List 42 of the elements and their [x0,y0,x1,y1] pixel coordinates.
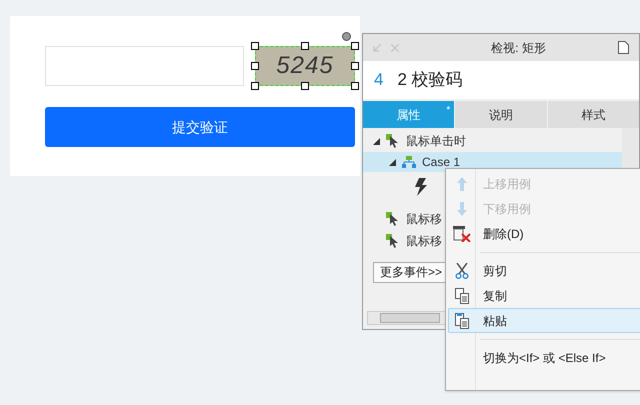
panel-title: 检视: 矩形 [490,40,547,56]
lightning-icon [415,178,427,196]
cursor-icon [386,234,400,248]
resize-handle[interactable] [351,62,359,70]
panel-tab[interactable]: 说明 [455,101,547,128]
menu-item[interactable]: 切换为<If> 或 <Else If> [448,345,640,370]
event-label[interactable]: 鼠标单击时 [406,132,466,150]
resize-handle[interactable] [251,42,259,50]
menu-item[interactable]: 删除(D) [448,221,640,246]
flow-icon [402,156,416,168]
event-label[interactable]: 鼠标移 [406,232,442,250]
case-label[interactable]: Case 1 [422,153,460,171]
menu-item[interactable]: 剪切 [448,258,640,283]
resize-handle[interactable] [351,42,359,50]
page-icon[interactable] [618,41,629,54]
down-arrow-icon [457,202,467,216]
resize-handle[interactable] [251,62,259,70]
resize-handle[interactable] [301,82,309,90]
captcha-code: 5245 [276,51,334,81]
captcha-input-field[interactable] [45,46,244,86]
resize-handle[interactable] [301,42,309,50]
scissors-icon [455,262,469,278]
expand-icon[interactable] [389,158,396,166]
resize-handle[interactable] [251,82,259,90]
submit-button[interactable]: 提交验证 [45,107,355,147]
modified-mark: * [446,104,450,118]
event-label[interactable]: 鼠标移 [406,210,442,228]
expand-icon[interactable] [373,138,380,144]
delete-icon [453,226,471,242]
cursor-icon [386,212,400,226]
resize-handle[interactable] [351,82,359,90]
menu-item[interactable]: 粘贴 [448,308,640,333]
panel-tab[interactable]: 样式 [548,101,639,128]
copy-icon [455,288,469,304]
up-arrow-icon [457,176,467,190]
captcha-image[interactable]: 5245 [255,46,355,86]
paste-icon [455,312,469,328]
cursor-icon [386,134,400,148]
menu-item[interactable]: 复制 [448,283,640,308]
rotate-handle[interactable] [342,32,351,41]
widget-name[interactable]: 2 校验码 [397,67,463,93]
widget-number: 4 [374,69,384,92]
